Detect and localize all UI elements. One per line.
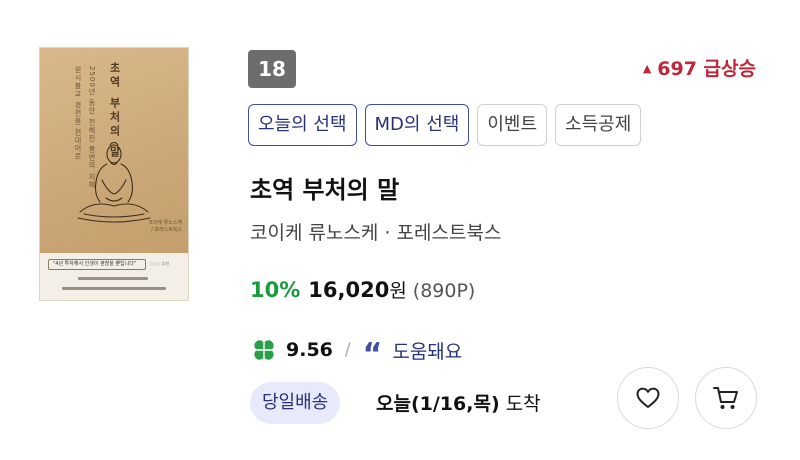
cover-band-line — [78, 277, 148, 280]
helpful-reviews-link[interactable]: 도움돼요 — [392, 337, 462, 364]
arrival-info: 오늘(1/16,목) 도착 — [376, 389, 541, 416]
tag-md-pick[interactable]: MD의 선택 — [364, 104, 470, 146]
tag-list: 오늘의 선택 MD의 선택 이벤트 소득공제 — [248, 104, 642, 146]
cover-side-note: 코이케 류노스케 / 포레스트북스 — [148, 220, 182, 233]
trend-text: 697 급상승 — [657, 58, 756, 80]
rating-row: 9.56 / “ 도움돼요 — [252, 336, 462, 372]
cover-band: "4년 투자해서 인생이 괜찮을 뿐입니다" ○○○ 추천 — [40, 253, 188, 300]
price-row: 10% 16,020원 (890P) — [250, 276, 475, 303]
buddha-illustration — [77, 141, 151, 223]
quote-icon: “ — [362, 337, 383, 372]
arrival-suffix: 도착 — [505, 393, 541, 415]
clover-icon — [254, 340, 274, 360]
trend-up-icon: ▲ — [642, 62, 652, 75]
sale-price: 16,020 — [308, 278, 390, 302]
tag-event[interactable]: 이벤트 — [477, 104, 548, 146]
book-title[interactable]: 초역 부처의 말 — [250, 170, 399, 205]
book-cover[interactable]: 2500년 동안 전해진 불변의 지혜 원시불교 경전을 현대어로 초역 부처의… — [40, 48, 188, 300]
like-button[interactable] — [617, 367, 679, 429]
rating-separator: / — [344, 340, 351, 360]
currency-unit: 원 — [389, 280, 407, 302]
cover-quote: "4년 투자해서 인생이 괜찮을 뿐입니다" — [48, 259, 146, 270]
discount-rate: 10% — [250, 278, 301, 302]
add-to-cart-button[interactable] — [695, 367, 757, 429]
arrival-date: 오늘(1/16,목) — [376, 393, 500, 415]
cover-band-line — [62, 287, 166, 290]
reward-points: (890P) — [412, 280, 476, 302]
rank-badge: 18 — [248, 50, 296, 88]
tag-todays-pick[interactable]: 오늘의 선택 — [248, 104, 357, 146]
cover-quote-source: ○○○ 추천 — [150, 261, 170, 266]
tag-income-deduction[interactable]: 소득공제 — [555, 104, 642, 146]
author-publisher[interactable]: 코이케 류노스케 · 포레스트북스 — [250, 218, 501, 245]
rating-score: 9.56 — [286, 339, 333, 361]
same-day-delivery-badge: 당일배송 — [250, 382, 341, 424]
cart-icon — [713, 387, 738, 409]
rank-trend: ▲ 697 급상승 — [643, 54, 756, 81]
heart-icon — [636, 387, 660, 408]
